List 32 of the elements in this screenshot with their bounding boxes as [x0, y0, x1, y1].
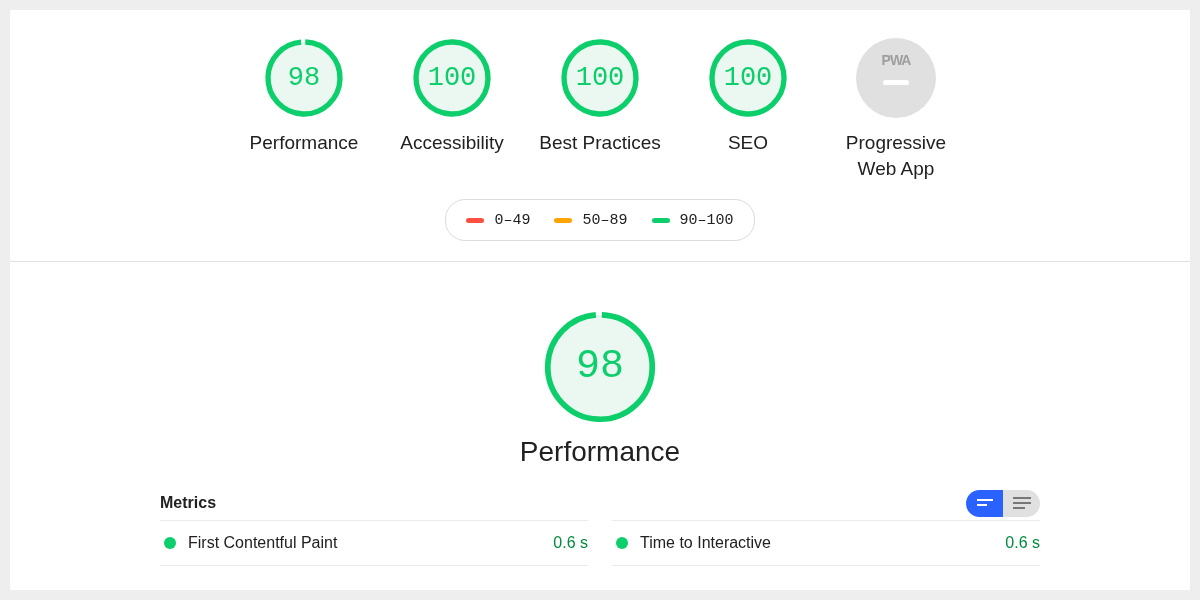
score-value: 100 [427, 64, 477, 92]
category-label: Accessibility [400, 131, 504, 155]
score-value: 98 [576, 347, 624, 387]
view-toggle-button[interactable] [966, 489, 1003, 517]
metrics-heading: Metrics [160, 494, 217, 512]
pwa-logo: PWA [881, 52, 911, 68]
view-toggle-button[interactable] [1003, 489, 1040, 517]
category-label: Progressive Web App [844, 131, 948, 181]
score-gauge[interactable]: 100 SEO [674, 38, 822, 182]
metric-name: First Contentful Paint [188, 534, 339, 552]
score-value: 100 [723, 64, 773, 92]
category-label: Best Practices [539, 131, 661, 155]
score-value: 100 [575, 64, 625, 92]
legend-range: 90–100 [679, 211, 734, 229]
metric-value: 0.6 s [1005, 534, 1040, 552]
short-lines-icon [976, 498, 993, 508]
metric-value: 0.6 s [553, 534, 588, 552]
category-label: SEO [727, 131, 769, 155]
category-title: Performance [519, 436, 681, 468]
score-gauge[interactable]: PWA Progressive Web App [822, 38, 970, 182]
legend-range: 50–89 [582, 211, 628, 229]
score-gauge[interactable]: 100 Accessibility [378, 38, 526, 182]
dash-icon [883, 80, 909, 85]
status-dot [164, 537, 176, 549]
score-gauge[interactable]: 98 Performance [230, 38, 378, 182]
status-dot [616, 537, 628, 549]
category-label: Performance [249, 131, 359, 155]
score-gauge[interactable]: 100 Best Practices [526, 38, 674, 182]
score-value: 98 [287, 64, 321, 92]
list-lines-icon [1012, 497, 1031, 509]
metric-name: Time to Interactive [640, 534, 772, 552]
legend-range: 0–49 [494, 211, 531, 229]
